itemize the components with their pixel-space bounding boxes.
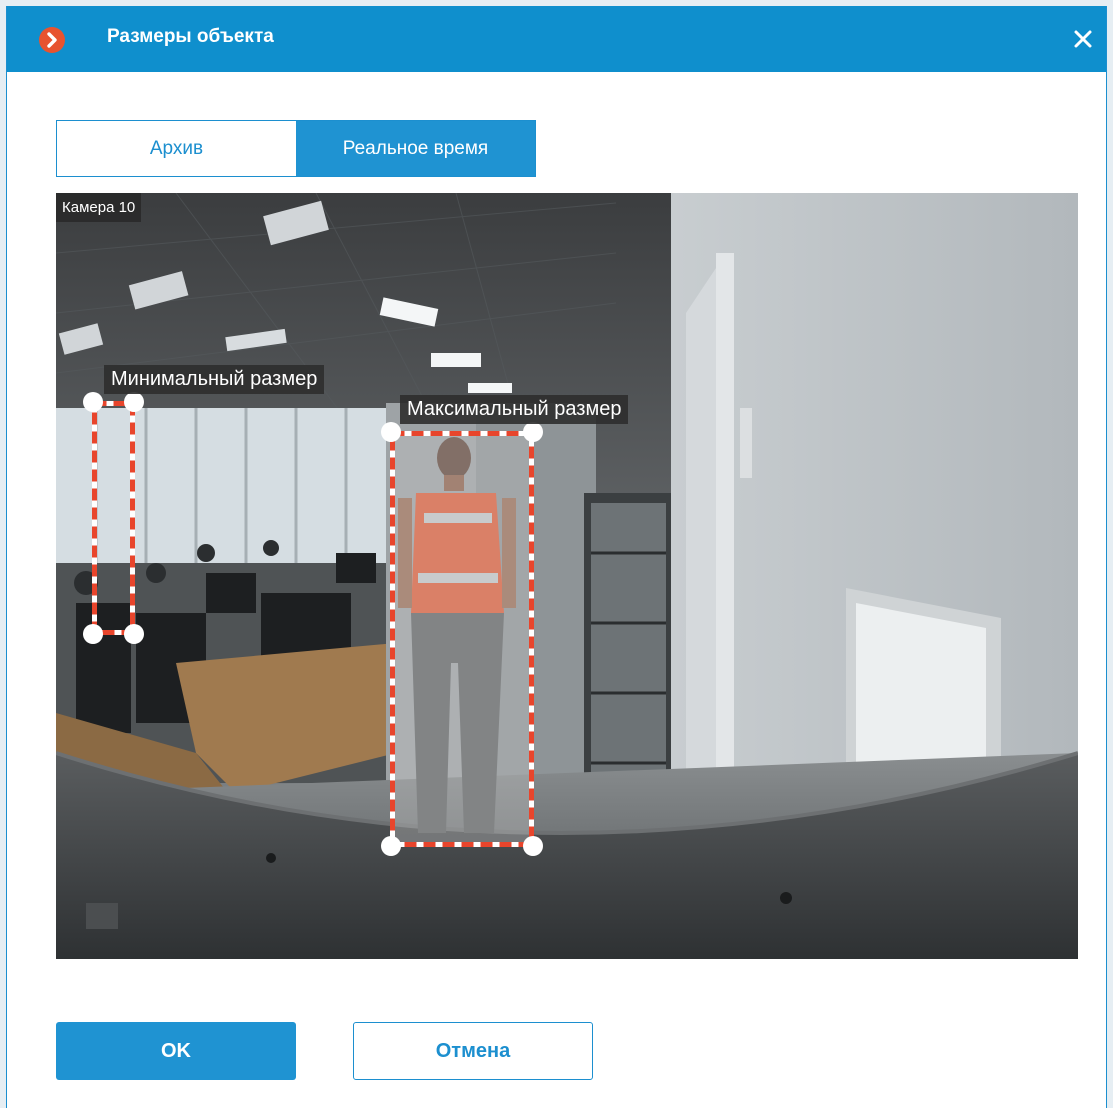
min-size-box[interactable] bbox=[92, 401, 135, 635]
tab-archive[interactable]: Архив bbox=[57, 121, 296, 176]
dialog-title: Размеры объекта bbox=[107, 26, 274, 47]
min-size-label: Минимальный размер bbox=[104, 365, 325, 394]
camera-view[interactable]: Камера 10 Минимальный размер Максимальны… bbox=[56, 193, 1078, 959]
tab-realtime[interactable]: Реальное время bbox=[296, 121, 535, 176]
max-handle-bottom-right[interactable] bbox=[523, 836, 543, 856]
max-size-label: Максимальный размер bbox=[400, 395, 629, 424]
ok-button[interactable]: OK bbox=[56, 1022, 296, 1080]
camera-scene bbox=[56, 193, 1078, 959]
object-size-dialog: Размеры объекта Архив Реальное время Кам… bbox=[6, 6, 1107, 1108]
min-size-outline bbox=[92, 401, 135, 635]
max-handle-bottom-left[interactable] bbox=[381, 836, 401, 856]
max-size-box[interactable] bbox=[390, 431, 534, 847]
min-handle-top-right[interactable] bbox=[124, 392, 144, 412]
app-logo-icon bbox=[39, 27, 65, 53]
close-icon[interactable] bbox=[1072, 28, 1094, 50]
max-handle-top-left[interactable] bbox=[381, 422, 401, 442]
camera-label: Камера 10 bbox=[56, 193, 142, 222]
min-handle-bottom-left[interactable] bbox=[83, 624, 103, 644]
title-bar: Размеры объекта bbox=[7, 6, 1106, 72]
min-handle-top-left[interactable] bbox=[83, 392, 103, 412]
cancel-button[interactable]: Отмена bbox=[353, 1022, 593, 1080]
mode-tabs: Архив Реальное время bbox=[56, 120, 536, 177]
min-handle-bottom-right[interactable] bbox=[124, 624, 144, 644]
max-size-outline bbox=[390, 431, 534, 847]
max-handle-top-right[interactable] bbox=[523, 422, 543, 442]
